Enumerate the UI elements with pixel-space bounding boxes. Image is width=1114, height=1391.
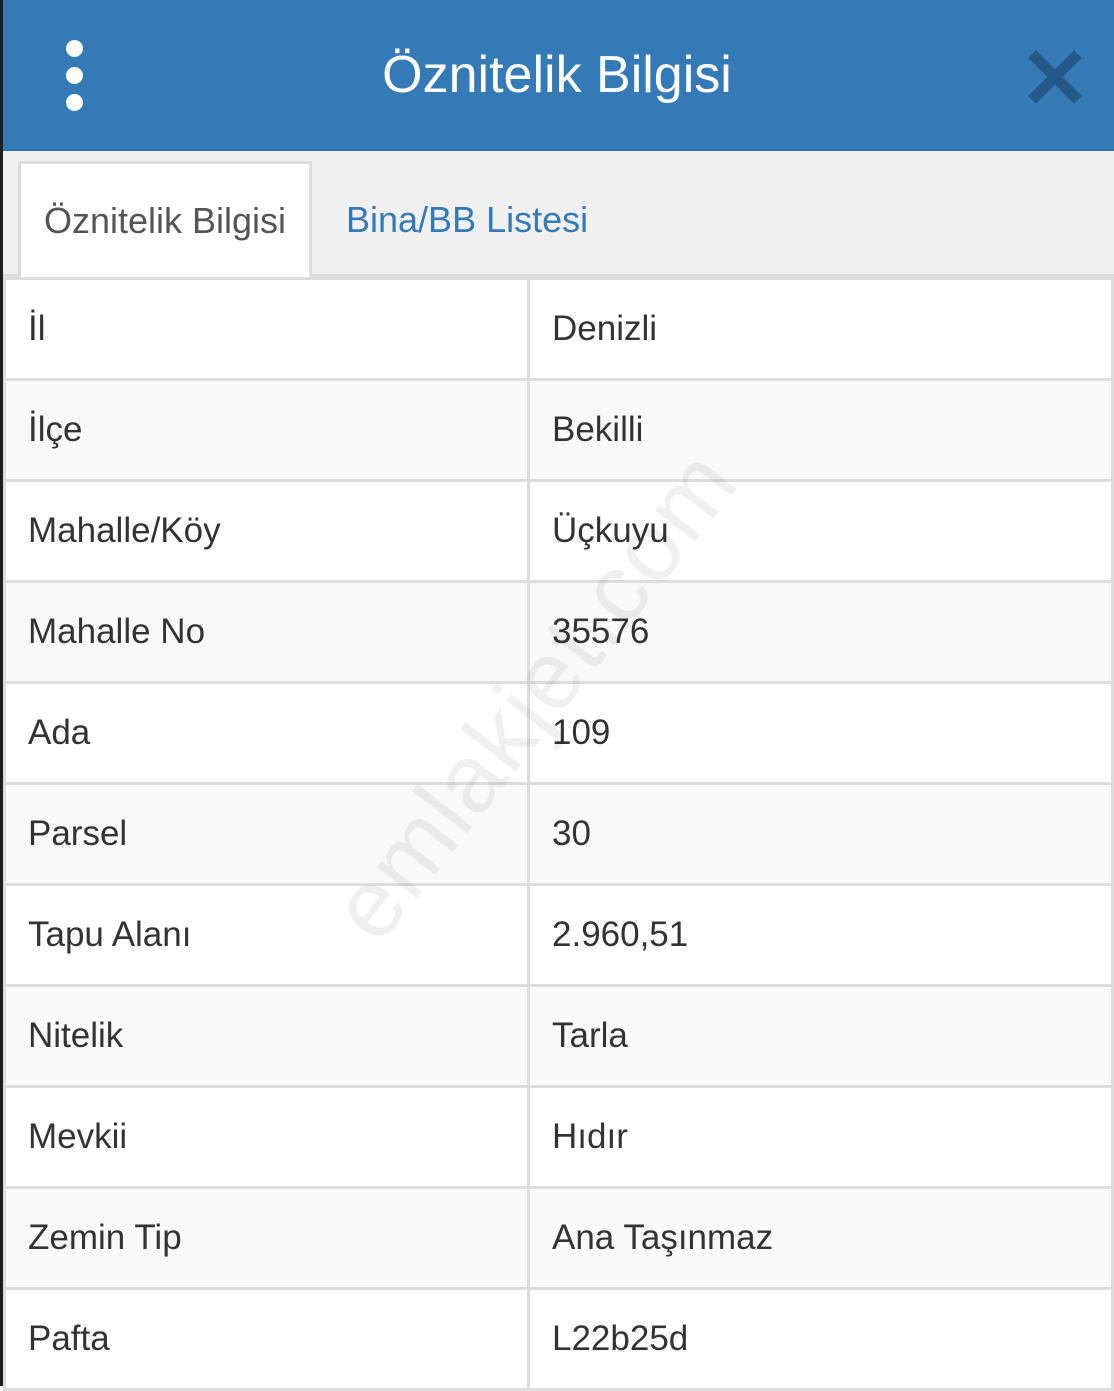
table-row: Mahalle/Köy Üçkuyu	[3, 479, 1114, 583]
tab-oznitelik-bilgisi[interactable]: Öznitelik Bilgisi	[18, 161, 312, 278]
attribute-value: L22b25d	[527, 1287, 1114, 1391]
attribute-table: İl Denizli İlçe Bekilli Mahalle/Köy Üçku…	[3, 277, 1114, 1391]
attribute-key: Zemin Tip	[3, 1186, 530, 1290]
table-row: Tapu Alanı 2.960,51	[3, 883, 1114, 987]
attribute-value: Denizli	[527, 277, 1114, 381]
tab-bina-bb-listesi[interactable]: Bina/BB Listesi	[346, 161, 588, 278]
attribute-value: 30	[527, 782, 1114, 886]
attribute-key: İlçe	[3, 378, 530, 482]
attribute-key: Tapu Alanı	[3, 883, 530, 987]
table-row: Pafta L22b25d	[3, 1287, 1114, 1391]
attribute-value: 109	[527, 681, 1114, 785]
dialog-title: Öznitelik Bilgisi	[382, 46, 732, 104]
attribute-key: Pafta	[3, 1287, 530, 1391]
close-icon[interactable]	[1026, 48, 1084, 106]
table-row: Mahalle No 35576	[3, 580, 1114, 684]
attribute-key: Mahalle/Köy	[3, 479, 530, 583]
attribute-key: Ada	[3, 681, 530, 785]
attribute-value: Tarla	[527, 984, 1114, 1088]
attribute-value: 2.960,51	[527, 883, 1114, 987]
attribute-key: Mevkii	[3, 1085, 530, 1189]
attribute-key: İl	[3, 277, 530, 381]
attribute-key: Parsel	[3, 782, 530, 886]
window-edge	[0, 0, 3, 1386]
table-row: Ada 109	[3, 681, 1114, 785]
attribute-value: Ana Taşınmaz	[527, 1186, 1114, 1290]
attribute-key: Nitelik	[3, 984, 530, 1088]
table-row: Mevkii Hıdır	[3, 1085, 1114, 1189]
table-row: İlçe Bekilli	[3, 378, 1114, 482]
attribute-value: Bekilli	[527, 378, 1114, 482]
dialog-header: Öznitelik Bilgisi	[0, 0, 1114, 151]
attribute-value: Üçkuyu	[527, 479, 1114, 583]
tab-bar: Öznitelik Bilgisi Bina/BB Listesi	[0, 151, 1114, 278]
attribute-value: Hıdır	[527, 1085, 1114, 1189]
table-row: Nitelik Tarla	[3, 984, 1114, 1088]
table-row: Zemin Tip Ana Taşınmaz	[3, 1186, 1114, 1290]
attribute-value: 35576	[527, 580, 1114, 684]
table-row: İl Denizli	[3, 277, 1114, 381]
table-row: Parsel 30	[3, 782, 1114, 886]
attribute-key: Mahalle No	[3, 580, 530, 684]
